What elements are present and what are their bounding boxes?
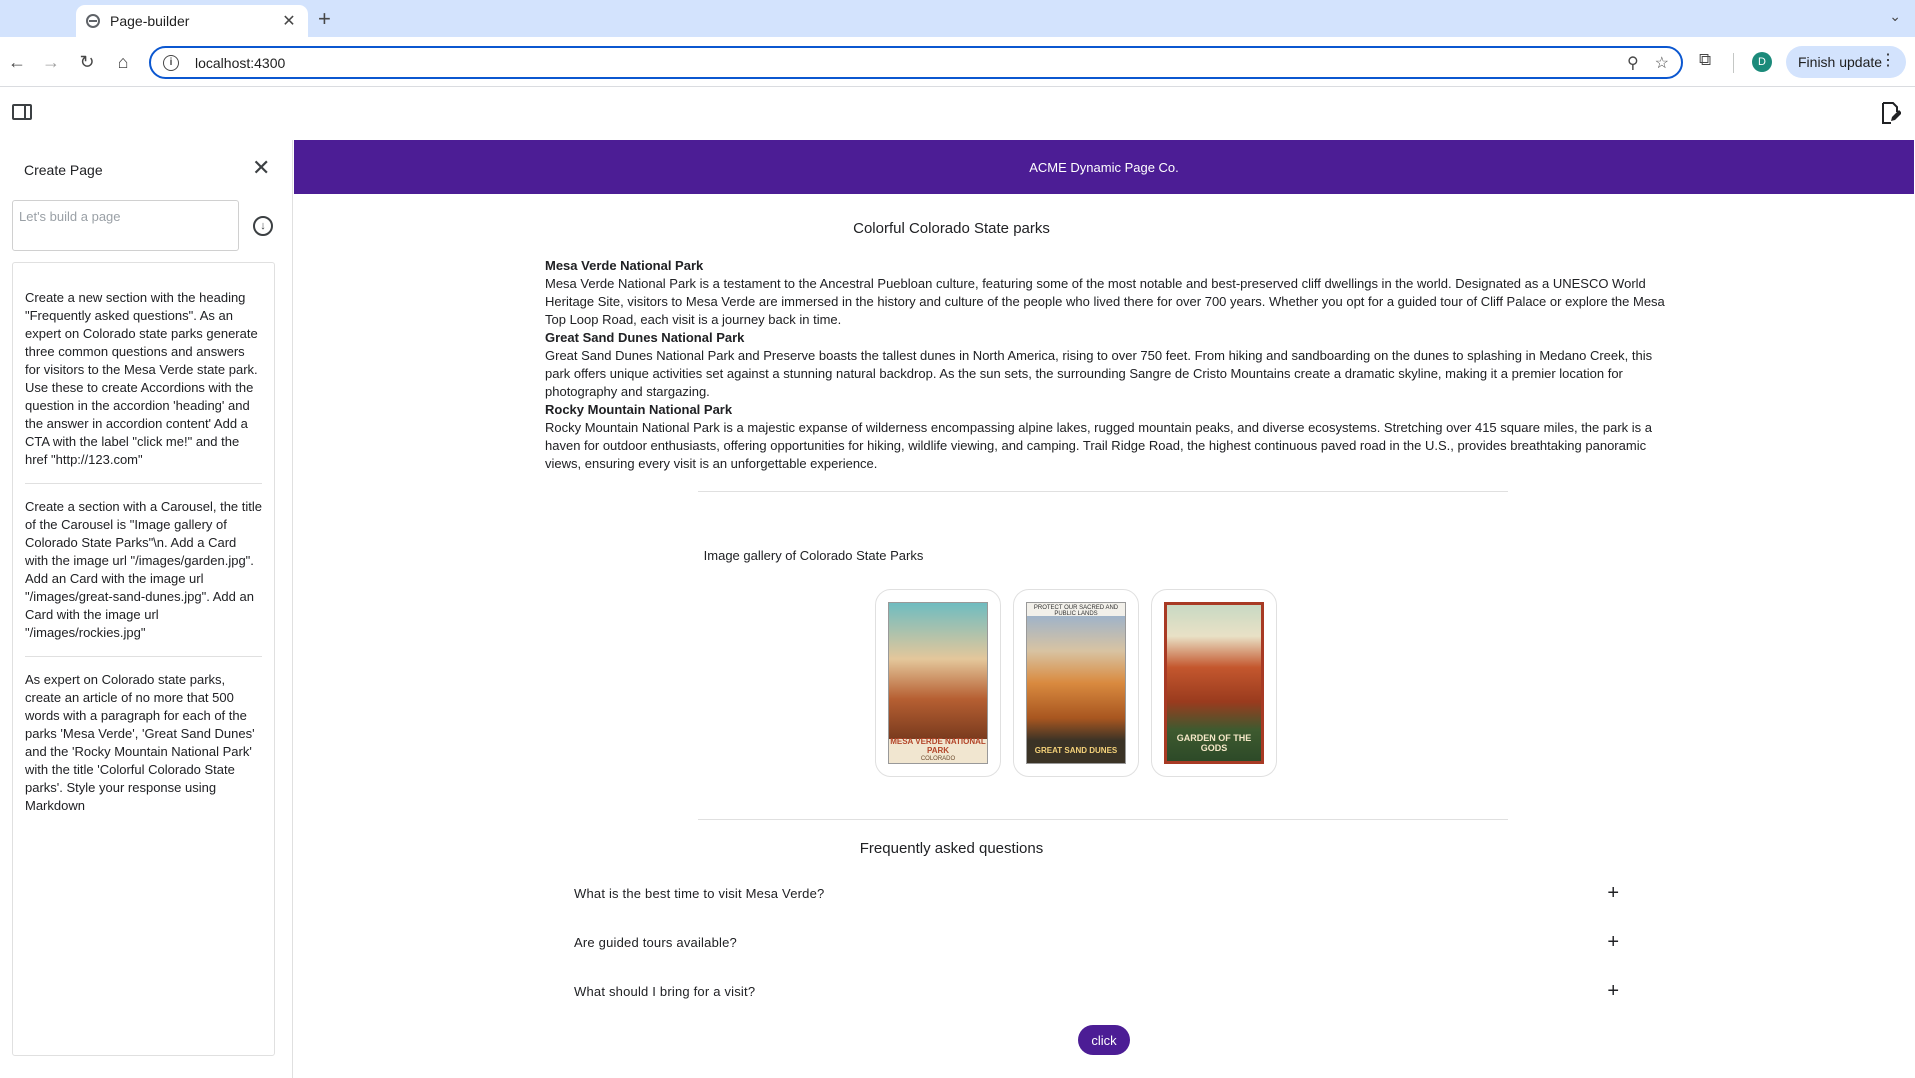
url-text: localhost:4300 xyxy=(195,54,286,71)
forward-icon[interactable]: → xyxy=(39,50,63,74)
expand-plus-icon: + xyxy=(1607,980,1619,1002)
poster-subcaption: PROTECT OUR SACRED AND PUBLIC LANDS xyxy=(1033,605,1119,617)
cta-button[interactable]: click xyxy=(1078,1025,1130,1055)
site-banner: ACME Dynamic Page Co. xyxy=(294,140,1914,194)
browser-toolbar: ← → ↻ ⌂ i localhost:4300 ⚲ ☆ ⧉ D Finish … xyxy=(0,37,1915,87)
app-header xyxy=(0,88,1915,140)
close-icon[interactable]: ✕ xyxy=(252,157,270,179)
mesa-verde-poster-image: MESA VERDE NATIONAL PARK COLORADO xyxy=(888,602,988,764)
site-info-icon[interactable]: i xyxy=(163,54,179,71)
accordion-item[interactable]: What is the best time to visit Mesa Verd… xyxy=(574,869,1629,918)
poster-caption: MESA VERDE NATIONAL PARK xyxy=(890,737,986,755)
browser-tabstrip: Page-builder ✕ + ⌄ xyxy=(0,0,1915,37)
browser-tab[interactable]: Page-builder ✕ xyxy=(76,5,308,37)
park-heading: Great Sand Dunes National Park xyxy=(545,330,745,345)
reload-icon[interactable]: ↻ xyxy=(75,50,99,74)
create-page-sidebar: Create Page ✕ ↓ Create a new section wit… xyxy=(0,140,293,1078)
tab-search-chevron-icon[interactable]: ⌄ xyxy=(1889,8,1901,25)
history-item[interactable]: Create a new section with the heading "F… xyxy=(25,263,262,484)
new-tab-icon[interactable]: + xyxy=(318,6,331,32)
park-paragraph: Great Sand Dunes National Park and Prese… xyxy=(545,348,1653,399)
accordion-item[interactable]: What should I bring for a visit? + xyxy=(574,967,1629,1016)
accordion-heading: What is the best time to visit Mesa Verd… xyxy=(574,886,825,901)
park-paragraph: Rocky Mountain National Park is a majest… xyxy=(545,420,1653,471)
tab-title: Page-builder xyxy=(110,13,190,29)
extensions-icon[interactable]: ⧉ xyxy=(1699,50,1711,70)
accordion-item[interactable]: Are guided tours available? + xyxy=(574,918,1629,967)
accordion-heading: What should I bring for a visit? xyxy=(574,984,756,999)
zoom-icon[interactable]: ⚲ xyxy=(1627,53,1639,73)
prompt-history: Create a new section with the heading "F… xyxy=(12,262,275,1056)
poster-caption: GREAT SAND DUNES xyxy=(1034,746,1118,755)
faq-accordion: What is the best time to visit Mesa Verd… xyxy=(574,869,1629,1016)
great-sand-dunes-poster-image: PROTECT OUR SACRED AND PUBLIC LANDS GREA… xyxy=(1026,602,1126,764)
edit-page-icon[interactable] xyxy=(1881,102,1901,124)
carousel-card[interactable]: MESA VERDE NATIONAL PARK COLORADO xyxy=(875,589,1001,777)
submit-arrow-icon[interactable]: ↓ xyxy=(253,216,273,236)
finish-update-button[interactable]: Finish update ⋮ xyxy=(1786,46,1906,78)
history-item[interactable]: As expert on Colorado state parks, creat… xyxy=(25,657,262,829)
garden-of-the-gods-poster-image: GARDEN OF THE GODS xyxy=(1164,602,1264,764)
prompt-input[interactable] xyxy=(12,200,239,251)
carousel-card[interactable]: PROTECT OUR SACRED AND PUBLIC LANDS GREA… xyxy=(1013,589,1139,777)
image-carousel: MESA VERDE NATIONAL PARK COLORADO PROTEC… xyxy=(875,589,1277,777)
article-title: Colorful Colorado State parks xyxy=(853,220,1050,237)
gallery-title: Image gallery of Colorado State Parks xyxy=(703,548,924,563)
home-icon[interactable]: ⌂ xyxy=(111,50,135,74)
globe-icon xyxy=(86,14,100,28)
section-divider xyxy=(698,491,1508,492)
sidebar-title: Create Page xyxy=(24,162,103,178)
poster-subcaption: COLORADO xyxy=(920,756,956,762)
page-preview: ACME Dynamic Page Co. Colorful Colorado … xyxy=(294,140,1914,1078)
sidebar-toggle-icon[interactable] xyxy=(12,104,32,120)
accordion-heading: Are guided tours available? xyxy=(574,935,737,950)
poster-caption: GARDEN OF THE GODS xyxy=(1176,733,1252,753)
tab-close-icon[interactable]: ✕ xyxy=(280,11,298,31)
article: Mesa Verde National Park Mesa Verde Nati… xyxy=(545,257,1665,473)
expand-plus-icon: + xyxy=(1607,882,1619,904)
park-heading: Mesa Verde National Park xyxy=(545,258,704,273)
bookmark-star-icon[interactable]: ☆ xyxy=(1655,53,1669,73)
profile-avatar[interactable]: D xyxy=(1752,52,1772,72)
back-icon[interactable]: ← xyxy=(5,50,29,74)
toolbar-divider xyxy=(1733,53,1734,73)
address-bar[interactable]: i localhost:4300 ⚲ ☆ xyxy=(149,46,1683,79)
section-divider xyxy=(698,819,1508,820)
park-paragraph: Mesa Verde National Park is a testament … xyxy=(545,276,1665,327)
history-item[interactable]: Create a section with a Carousel, the ti… xyxy=(25,484,262,657)
more-menu-icon: ⋮ xyxy=(1880,52,1896,69)
faq-title: Frequently asked questions xyxy=(859,840,1044,857)
carousel-card[interactable]: GARDEN OF THE GODS xyxy=(1151,589,1277,777)
park-heading: Rocky Mountain National Park xyxy=(545,402,733,417)
finish-update-label: Finish update xyxy=(1798,54,1883,70)
expand-plus-icon: + xyxy=(1607,931,1619,953)
